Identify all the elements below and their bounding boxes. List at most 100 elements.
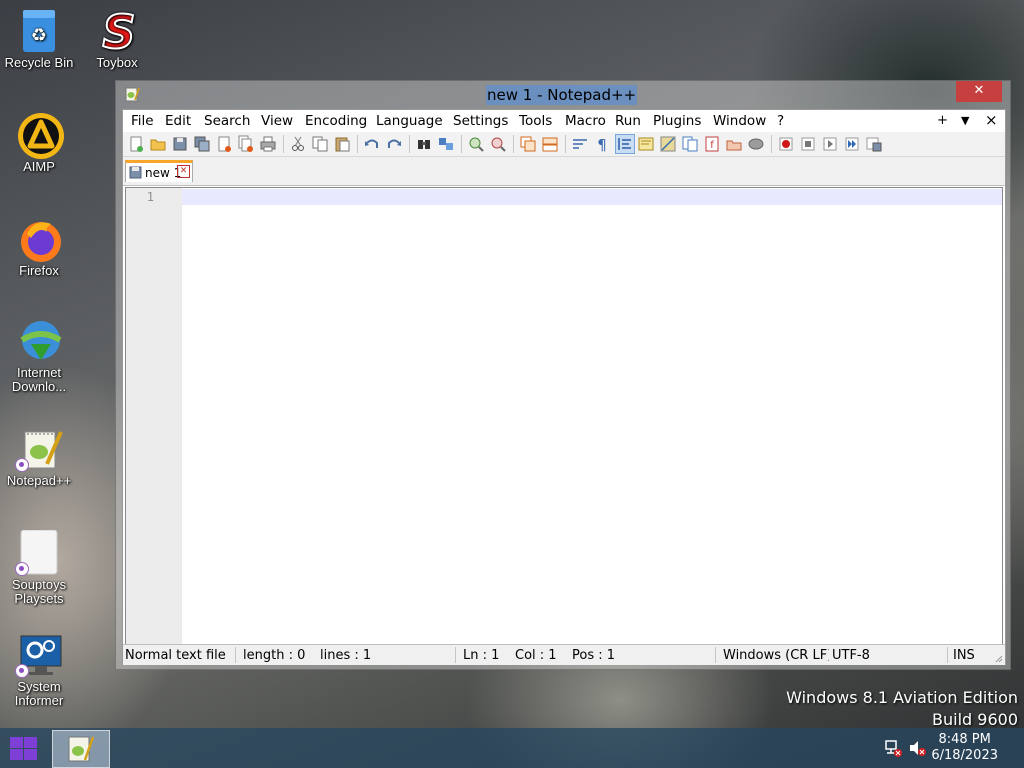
zoom-in-icon[interactable] [467,135,485,153]
paste-icon[interactable] [333,135,351,153]
document-list-icon[interactable] [681,135,699,153]
blank-file-icon [15,529,61,576]
internet-download-manager-icon [17,318,62,362]
notepadpp-icon [15,426,63,472]
macro-record-icon[interactable] [777,135,795,153]
menu-language[interactable]: Language [376,113,443,129]
show-all-characters-icon[interactable]: ¶ [593,135,611,153]
tab-new-1[interactable]: new 1 ✕ [125,160,193,182]
desktop-icon-label: Firefox [19,263,59,278]
clock-date: 6/18/2023 [931,748,998,763]
menu-bar: File Edit Search View Encoding Language … [123,110,1005,132]
taskbar-clock[interactable]: 8:48 PM 6/18/2023 [931,732,998,764]
undo-icon[interactable] [363,135,381,153]
start-button[interactable] [8,735,38,761]
text-editor[interactable]: 1 [125,187,1003,645]
zoom-out-icon[interactable] [489,135,507,153]
menu-file[interactable]: File [131,113,154,129]
status-length: length : 0 [243,648,306,663]
taskbar-notepadpp-button[interactable] [52,730,110,768]
resize-grip-icon[interactable] [993,653,1003,663]
menu-edit[interactable]: Edit [165,113,191,129]
find-icon[interactable] [415,135,433,153]
menu-help[interactable]: ? [777,113,784,129]
notepadpp-window-icon[interactable] [124,86,140,102]
document-map-icon[interactable] [659,135,677,153]
network-disconnected-icon[interactable] [884,738,904,758]
menu-settings[interactable]: Settings [453,113,508,129]
line-number-gutter: 1 [126,188,182,644]
status-bar: Normal text file length : 0 lines : 1 Ln… [123,644,1005,665]
menu-search[interactable]: Search [204,113,250,129]
current-line-highlight [182,189,1002,205]
menu-tools[interactable]: Tools [519,113,552,129]
tab-close-icon[interactable]: ✕ [177,165,190,178]
folder-as-workspace-icon[interactable] [725,135,743,153]
copy-icon[interactable] [311,135,329,153]
toolbar-separator [461,135,462,153]
system-informer-icon [15,632,62,678]
desktop-icon-firefox[interactable]: Firefox [0,216,78,278]
status-position: Pos : 1 [572,648,616,663]
desktop-icon-label: AIMP [23,159,55,174]
menu-view[interactable]: View [261,113,293,129]
desktop-icon-toybox[interactable]: S Toybox [78,4,156,70]
menu-plugins[interactable]: Plugins [653,113,701,129]
desktop-icon-label: System Informer [14,679,64,708]
desktop-icon-souptoys-playsets[interactable]: Souptoys Playsets [0,529,78,606]
menu-encoding[interactable]: Encoding [305,113,367,129]
indent-guide-icon[interactable] [615,134,635,154]
replace-icon[interactable] [437,135,455,153]
desktop-icon-recycle-bin[interactable]: ♻ Recycle Bin [0,8,78,70]
line-number: 1 [146,190,154,204]
macro-save-icon[interactable] [865,135,883,153]
volume-muted-icon[interactable] [908,738,928,758]
close-all-icon[interactable] [237,135,255,153]
menu-run[interactable]: Run [615,113,641,129]
close-document-button[interactable]: × [985,111,998,129]
window-close-button[interactable]: ✕ [956,81,1002,102]
svg-text:S: S [102,8,135,54]
redo-icon[interactable] [385,135,403,153]
save-icon[interactable] [171,135,189,153]
macro-play-icon[interactable] [821,135,839,153]
desktop-icon-notepadpp[interactable]: Notepad++ [0,426,78,488]
new-tab-plus-button[interactable]: + [937,113,948,128]
print-icon[interactable] [259,135,277,153]
status-separator [235,647,236,663]
desktop-icon-internet-download-manager[interactable]: Internet Downlo... [0,318,78,394]
status-separator [715,647,716,663]
tab-list-dropdown-button[interactable]: ▼ [961,114,969,127]
status-column: Col : 1 [515,648,557,663]
user-defined-language-icon[interactable] [637,135,655,153]
sync-horizontal-scroll-icon[interactable] [541,135,559,153]
status-file-type: Normal text file [125,648,226,663]
shortcut-arrow-icon [15,458,29,472]
menu-macro[interactable]: Macro [565,113,606,129]
monitoring-icon[interactable] [747,135,765,153]
new-file-icon[interactable] [127,135,145,153]
desktop-icon-aimp[interactable]: AIMP [0,112,78,174]
tab-bar: new 1 ✕ [123,157,1005,186]
desktop-icon-label: Recycle Bin [4,55,74,70]
desktop-icon-system-informer[interactable]: System Informer [0,632,78,708]
desktop-icon-label: Internet Downlo... [11,365,67,394]
function-list-icon[interactable]: f [703,135,721,153]
windows-edition-watermark: Windows 8.1 Aviation Edition [786,688,1018,707]
save-all-icon[interactable] [193,135,211,153]
macro-stop-icon[interactable] [799,135,817,153]
cut-icon[interactable] [289,135,307,153]
shortcut-arrow-icon [15,562,29,576]
tab-label: new 1 [145,166,182,180]
close-file-icon[interactable] [215,135,233,153]
word-wrap-icon[interactable] [571,135,589,153]
notepadpp-client-area: File Edit Search View Encoding Language … [122,109,1006,665]
status-eol-format: Windows (CR LF) [723,648,829,663]
open-file-icon[interactable] [149,135,167,153]
macro-run-multiple-icon[interactable] [843,135,861,153]
status-line: Ln : 1 [463,648,500,663]
sync-vertical-scroll-icon[interactable] [519,135,537,153]
menu-window[interactable]: Window [713,113,766,129]
notepadpp-window[interactable]: new 1 - Notepad++ ✕ File Edit Search Vie… [115,80,1011,670]
recycle-bin-icon: ♻ [17,8,61,52]
